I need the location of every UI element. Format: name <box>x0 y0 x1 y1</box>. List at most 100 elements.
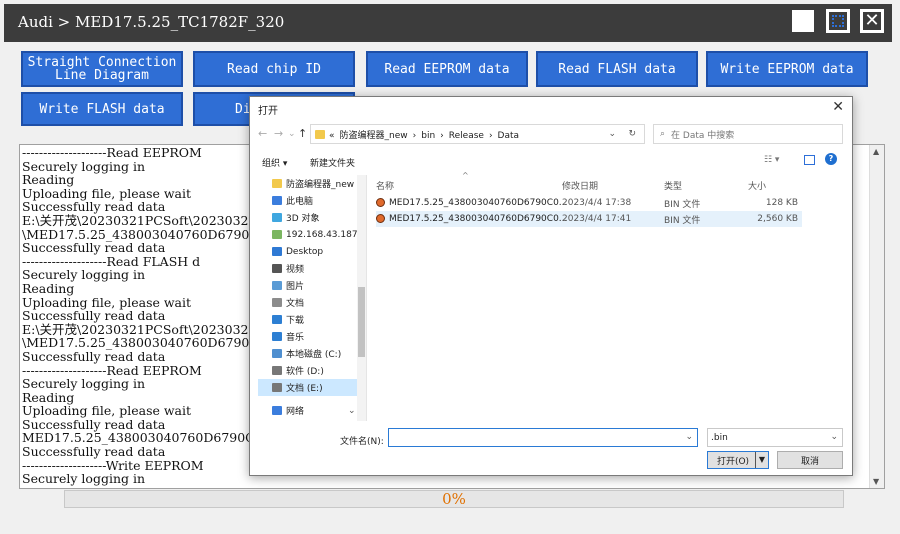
forward-icon[interactable]: → <box>274 127 283 140</box>
nav-item[interactable]: 此电脑 <box>258 192 366 209</box>
nav-item[interactable]: 192.168.43.187 <box>258 226 366 243</box>
breadcrumb[interactable]: « 防盗编程器_new › bin › Release › Data <box>329 128 524 141</box>
nav-item-label: 软件 (D:) <box>286 367 324 377</box>
open-dropdown-icon[interactable]: ▼ <box>755 452 768 468</box>
search-placeholder: 在 Data 中搜索 <box>671 130 735 141</box>
nav-item-label: 192.168.43.187 <box>286 229 358 240</box>
nav-item[interactable]: 本地磁盘 (C:) <box>258 345 366 362</box>
nav-item[interactable]: 文档 <box>258 294 366 311</box>
close-button[interactable]: ✕ <box>860 9 884 33</box>
breadcrumb-segment[interactable]: › <box>413 131 417 141</box>
read-chip-id-button[interactable]: Read chip ID <box>193 51 355 87</box>
log-scrollbar[interactable]: ▲ ▼ <box>869 145 884 488</box>
nav-scrollbar[interactable] <box>357 175 366 421</box>
file-size: 128 KB <box>765 198 798 208</box>
file-type: BIN 文件 <box>664 215 701 226</box>
cube-icon <box>272 213 282 222</box>
nav-item[interactable]: 视频 <box>258 260 366 277</box>
nav-item-label: 防盗编程器_new ^ <box>286 180 365 190</box>
disk-icon <box>272 366 282 375</box>
filetype-dropdown-icon[interactable]: ⌄ <box>830 432 838 442</box>
video-icon <box>272 264 282 273</box>
nav-item[interactable]: 下载 <box>258 311 366 328</box>
nav-item[interactable]: 图片 <box>258 277 366 294</box>
read-flash-button[interactable]: Read FLASH data <box>536 51 698 87</box>
breadcrumb-segment[interactable]: › <box>489 131 493 141</box>
recent-dropdown-icon[interactable]: ⌄ <box>288 129 296 139</box>
new-folder-button[interactable]: 新建文件夹 <box>310 156 355 169</box>
dialog-toolbar: 组织 ▾ 新建文件夹 ☷ ▾ ? <box>262 153 842 170</box>
breadcrumb-segment[interactable]: › <box>440 131 444 141</box>
file-row[interactable]: MED17.5.25_438003040760D6790C0... 2023/4/… <box>376 211 802 227</box>
refresh-icon[interactable]: ↻ <box>628 129 636 139</box>
column-size[interactable]: 大小 <box>748 179 766 192</box>
search-input[interactable]: ⌕ 在 Data 中搜索 <box>653 124 843 144</box>
breadcrumb-segment[interactable]: bin <box>421 131 435 141</box>
open-button-label: 打开(O) <box>716 456 750 467</box>
column-type[interactable]: 类型 <box>664 179 682 192</box>
file-date: 2023/4/4 17:41 <box>562 214 632 224</box>
breadcrumb-segment[interactable]: « <box>329 131 335 141</box>
network-drive-icon <box>272 230 282 239</box>
nav-item[interactable]: 3D 对象 <box>258 209 366 226</box>
dialog-title: 打开 <box>258 106 278 117</box>
filename-dropdown-icon[interactable]: ⌄ <box>685 432 693 442</box>
help-icon[interactable]: ? <box>825 153 837 165</box>
file-row[interactable]: MED17.5.25_438003040760D6790C0... 2023/4/… <box>376 195 802 211</box>
file-size: 2,560 KB <box>757 214 798 224</box>
nav-item-label: 文档 (E:) <box>286 384 323 394</box>
cancel-button[interactable]: 取消 <box>777 451 843 469</box>
filetype-value: .bin <box>711 432 728 443</box>
picture-icon <box>272 281 282 290</box>
nav-item[interactable]: 网络 ⌄ <box>258 402 366 419</box>
column-date[interactable]: 修改日期 <box>562 179 598 192</box>
progress-label: 0% <box>442 490 466 508</box>
network-icon <box>272 406 282 415</box>
nav-collapse-icon[interactable]: ⌄ <box>348 406 356 416</box>
breadcrumb-segment[interactable]: 防盗编程器_new <box>340 131 408 141</box>
nav-item[interactable]: 音乐 <box>258 328 366 345</box>
write-flash-button[interactable]: Write FLASH data <box>21 92 183 126</box>
maximize-button[interactable] <box>826 9 850 33</box>
minimize-button[interactable] <box>792 10 814 32</box>
search-icon: ⌕ <box>660 129 666 139</box>
disk-icon <box>272 383 282 392</box>
filename-field[interactable]: ⌄ <box>388 428 698 447</box>
filetype-select[interactable]: .bin ⌄ <box>707 428 843 447</box>
breadcrumb-segment[interactable]: Release <box>449 131 484 141</box>
title-bar: Audi > MED17.5.25_TC1782F_320 ✕ <box>4 4 892 42</box>
column-name[interactable]: 名称 <box>376 179 394 192</box>
read-eeprom-button[interactable]: Read EEPROM data <box>366 51 528 87</box>
address-bar: ← → ⌄ ↑ «防盗编程器_new › bin › Release › Data ⌄ ↻ … <box>258 124 844 144</box>
bin-file-icon <box>376 198 385 207</box>
view-options-icon[interactable]: ☷ ▾ <box>764 155 779 165</box>
up-icon[interactable]: ↑ <box>298 127 307 140</box>
nav-item-label: 网络 <box>286 407 305 417</box>
open-button[interactable]: 打开(O) ▼ <box>707 451 769 469</box>
scroll-up-icon[interactable]: ▲ <box>873 147 879 156</box>
sort-indicator-icon: ^ <box>462 171 469 180</box>
breadcrumb-segment[interactable]: Data <box>498 131 520 141</box>
nav-item[interactable]: 文档 (E:) <box>258 379 366 396</box>
desktop-icon <box>272 247 282 256</box>
scroll-down-icon[interactable]: ▼ <box>873 477 879 486</box>
preview-pane-icon[interactable] <box>804 155 815 165</box>
dialog-close-icon[interactable]: ✕ <box>832 99 844 115</box>
nav-item-label: 音乐 <box>286 333 305 343</box>
path-box[interactable]: « 防盗编程器_new › bin › Release › Data ⌄ ↻ <box>310 124 645 144</box>
nav-item-label: 下载 <box>286 316 305 326</box>
path-dropdown-icon[interactable]: ⌄ <box>608 129 616 139</box>
nav-item[interactable]: 防盗编程器_new ^ <box>258 175 366 192</box>
write-eeprom-button[interactable]: Write EEPROM data <box>706 51 868 87</box>
nav-item[interactable]: Desktop <box>258 243 366 260</box>
nav-item-label: 本地磁盘 (C:) <box>286 350 342 360</box>
nav-scroll-thumb[interactable] <box>358 287 365 357</box>
open-file-dialog: 打开 ✕ ← → ⌄ ↑ « 防盗编程器_new › bin › Release › Data… <box>249 96 853 476</box>
straight-connection-button[interactable]: Straight Connection Line Diagram <box>21 51 183 87</box>
organize-button[interactable]: 组织 ▾ <box>262 156 287 169</box>
window-title: Audi > MED17.5.25_TC1782F_320 <box>18 13 285 31</box>
nav-item[interactable]: 软件 (D:) <box>258 362 366 379</box>
back-icon[interactable]: ← <box>258 127 267 140</box>
file-type: BIN 文件 <box>664 199 701 210</box>
progress-bar: 0% <box>64 490 844 508</box>
